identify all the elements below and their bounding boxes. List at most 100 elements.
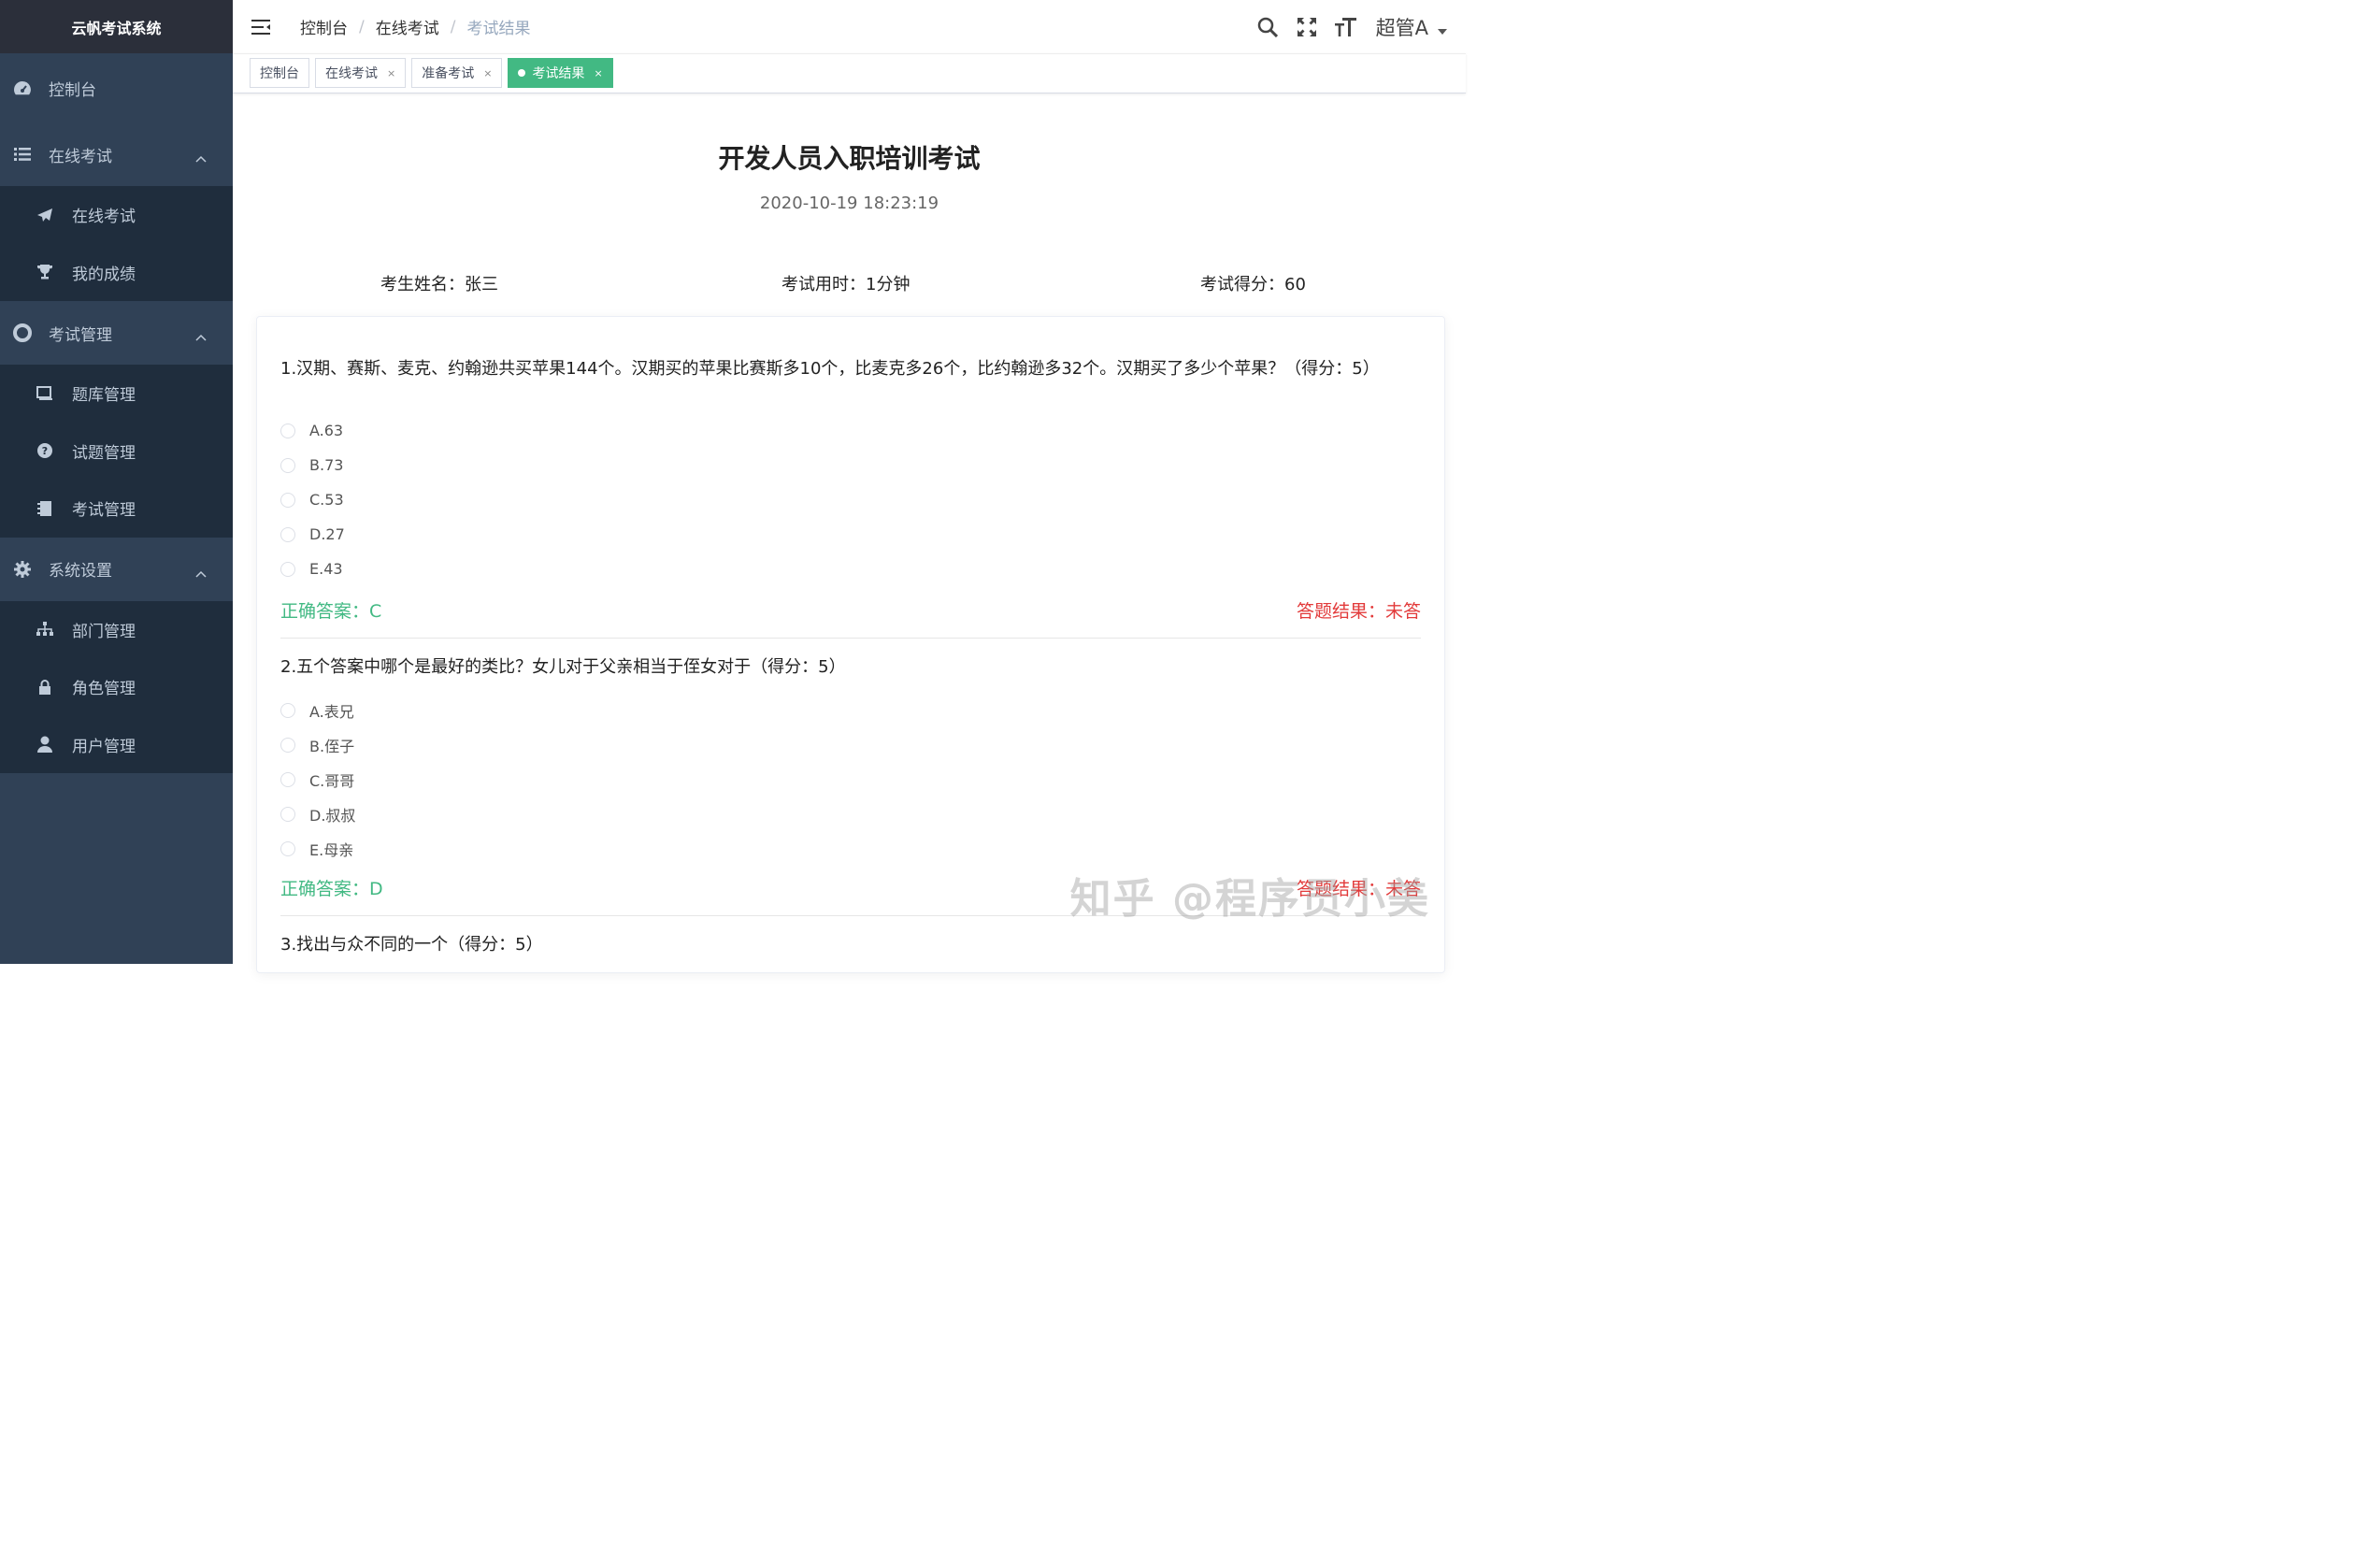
paper-plane-icon [36, 207, 53, 223]
exam-duration: 考试用时：1分钟 [781, 275, 910, 294]
exam-time: 2020-10-19 18:23:19 [759, 194, 939, 213]
breadcrumb-item[interactable]: 控制台 [300, 15, 348, 38]
close-icon[interactable]: × [387, 67, 395, 79]
option-label: D.27 [309, 525, 345, 543]
radio-icon[interactable] [280, 561, 295, 577]
main-content: 开发人员入职培训考试 2020-10-19 18:23:19 考生姓名：张三 考… [233, 93, 1466, 973]
radio-icon[interactable] [280, 841, 295, 856]
user-icon [36, 736, 53, 754]
correct-answer: 正确答案：C [280, 601, 382, 622]
breadcrumb-separator: / [359, 17, 365, 36]
sidebar-group-label: 考试管理 [49, 325, 112, 345]
radio-icon[interactable] [280, 526, 295, 542]
radio-icon[interactable] [280, 423, 295, 438]
close-icon[interactable]: × [594, 67, 602, 79]
question-circle-icon: ? [36, 442, 53, 459]
tag-label: 考试结果 [532, 66, 585, 81]
sidebar-item-my-scores[interactable]: 我的成绩 [0, 244, 233, 302]
tag-dashboard[interactable]: 控制台 [250, 58, 309, 88]
sidebar-item-label: 控制台 [49, 80, 96, 100]
question-text: 3.找出与众不同的一个（得分：5） [280, 935, 543, 955]
sidebar-item-departments[interactable]: 部门管理 [0, 601, 233, 659]
radio-icon[interactable] [280, 492, 295, 508]
tags-view: 控制台 在线考试 × 准备考试 × 考试结果 × [233, 53, 1466, 93]
sidebar-group-label: 在线考试 [49, 147, 112, 166]
question-text: 2.五个答案中哪个是最好的类比？女儿对于父亲相当于侄女对于（得分：5） [280, 657, 846, 677]
option[interactable]: E.43 [280, 560, 343, 578]
option-label: A.表兄 [309, 703, 354, 721]
option[interactable]: B.73 [280, 456, 343, 474]
sidebar-item-label: 考试管理 [72, 501, 136, 521]
radio-icon[interactable] [280, 772, 295, 787]
trophy-icon [36, 264, 53, 280]
org-chart-icon [36, 621, 53, 638]
breadcrumb-item[interactable]: 在线考试 [376, 15, 439, 38]
option-label: C.53 [309, 491, 344, 509]
sidebar-item-label: 试题管理 [72, 443, 136, 463]
sidebar-item-label: 角色管理 [72, 680, 136, 699]
option[interactable]: B.侄子 [280, 734, 354, 756]
sidebar-item-users[interactable]: 用户管理 [0, 716, 233, 774]
active-dot-icon [518, 69, 526, 77]
sidebar-group-label: 系统设置 [49, 562, 112, 581]
dashboard-icon [13, 79, 32, 97]
sidebar-item-dashboard[interactable]: 控制台 [0, 53, 233, 122]
tag-prepare-exam[interactable]: 准备考试 × [411, 58, 503, 88]
option[interactable]: E.母亲 [280, 838, 353, 860]
option-label: E.母亲 [309, 841, 354, 859]
chevron-up-icon [195, 149, 207, 167]
sidebar-group-system-settings[interactable]: 系统设置 [0, 538, 233, 601]
fullscreen-icon[interactable] [1296, 16, 1318, 38]
radio-icon[interactable] [280, 703, 295, 718]
sidebar-item-exam-management[interactable]: 考试管理 [0, 480, 233, 538]
divider [280, 638, 1421, 639]
question-text: 1.汉期、赛斯、麦克、约翰逊共买苹果144个。汉期买的苹果比赛斯多10个，比麦克… [280, 359, 1380, 379]
radio-icon[interactable] [280, 457, 295, 473]
sidebar-group-exam-management[interactable]: 考试管理 [0, 301, 233, 365]
option[interactable]: D.叔叔 [280, 803, 355, 826]
sidebar-item-roles[interactable]: 角色管理 [0, 658, 233, 716]
radio-icon[interactable] [280, 738, 295, 753]
watermark: 知乎 @程序员小美 [1069, 875, 1430, 923]
book-icon [36, 385, 53, 402]
hamburger-icon[interactable] [251, 18, 272, 36]
lifebuoy-icon [13, 323, 32, 342]
search-icon[interactable] [1256, 16, 1279, 38]
option-label: B.侄子 [309, 738, 355, 755]
font-size-icon[interactable] [1334, 16, 1357, 38]
user-dropdown[interactable]: 超管A [1376, 13, 1447, 41]
sidebar-item-question-bank[interactable]: 题库管理 [0, 365, 233, 423]
svg-text:?: ? [42, 445, 48, 457]
option[interactable]: A.63 [280, 422, 343, 439]
radio-icon[interactable] [280, 807, 295, 822]
sidebar: 云帆考试系统 控制台 在线考试 在线考试 我的成绩 考试管理 题库管理 ? 试题… [0, 0, 233, 964]
option[interactable]: C.53 [280, 491, 344, 509]
option[interactable]: A.表兄 [280, 699, 354, 722]
sidebar-group-online-exam[interactable]: 在线考试 [0, 122, 233, 186]
option[interactable]: C.哥哥 [280, 768, 354, 791]
sidebar-item-online-exam[interactable]: 在线考试 [0, 186, 233, 244]
sidebar-item-label: 用户管理 [72, 737, 136, 756]
tag-exam-result[interactable]: 考试结果 × [508, 58, 613, 88]
option-label: A.63 [309, 422, 344, 439]
app-logo-title: 云帆考试系统 [0, 0, 233, 53]
sidebar-item-label: 部门管理 [72, 622, 136, 641]
tag-online-exam[interactable]: 在线考试 × [315, 58, 407, 88]
correct-answer: 正确答案：D [280, 879, 383, 899]
close-icon[interactable]: × [483, 67, 492, 79]
tag-label: 准备考试 [422, 66, 475, 81]
answer-result: 答题结果：未答 [1296, 601, 1421, 622]
option-label: D.叔叔 [309, 807, 356, 825]
right-menu: 超管A [1240, 0, 1447, 53]
sidebar-item-label: 我的成绩 [72, 265, 136, 284]
option[interactable]: D.27 [280, 525, 345, 543]
notebook-icon [36, 500, 53, 517]
sidebar-item-question-management[interactable]: ? 试题管理 [0, 423, 233, 481]
option-label: C.哥哥 [309, 772, 355, 790]
breadcrumb: 控制台 / 在线考试 / 考试结果 [300, 15, 531, 39]
lock-icon [36, 679, 53, 696]
list-icon [13, 145, 32, 164]
sidebar-item-label: 在线考试 [72, 208, 136, 227]
breadcrumb-current: 考试结果 [466, 20, 531, 38]
breadcrumb-separator: / [450, 17, 456, 36]
